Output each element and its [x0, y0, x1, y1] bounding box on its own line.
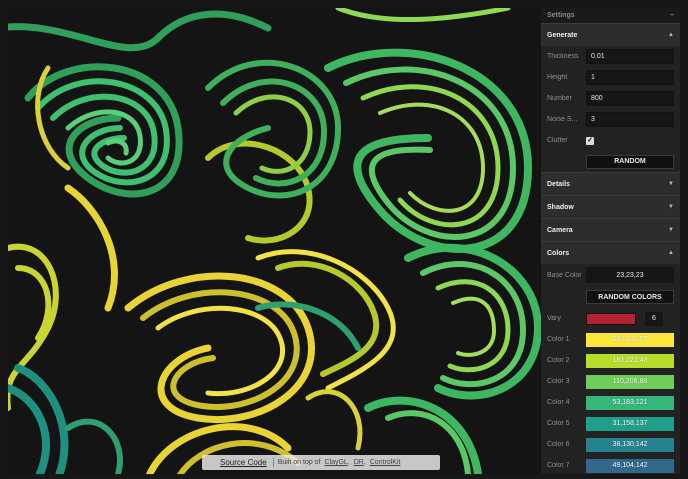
section-details[interactable]: Details ▼ — [541, 172, 680, 195]
color-row: Color 2 181,222,43 — [541, 350, 680, 371]
color-label: Color 4 — [547, 399, 570, 406]
section-shadow[interactable]: Shadow ▼ — [541, 195, 680, 218]
render-canvas[interactable] — [8, 8, 541, 474]
color-label: Color 6 — [547, 441, 570, 448]
base-color-input[interactable]: 23,23,23 — [586, 267, 674, 283]
minus-icon[interactable]: – — [670, 12, 674, 19]
section-colors-title: Colors — [547, 249, 570, 257]
clutter-checkbox[interactable]: ✓ — [586, 136, 594, 145]
chevron-down-icon: ▼ — [668, 227, 674, 233]
chevron-up-icon: ▲ — [668, 250, 674, 256]
chevron-down-icon: ▼ — [668, 181, 674, 187]
color-label: Color 1 — [547, 336, 570, 343]
clutter-row: Clutter ✓ — [541, 130, 680, 151]
thickness-row: Thickness 0.01 — [541, 46, 680, 67]
vary-value[interactable]: 6 — [645, 311, 663, 326]
random-row: RANDOM — [541, 151, 680, 172]
vary-slider[interactable] — [586, 312, 636, 325]
color-swatch[interactable]: 181,222,43 — [586, 353, 674, 368]
color-row: Color 4 53,183,121 — [541, 392, 680, 413]
color-label: Color 2 — [547, 357, 570, 364]
random-colors-button[interactable]: RANDOM COLORS — [586, 290, 674, 304]
number-input[interactable]: 800 — [586, 91, 674, 106]
section-generate[interactable]: Generate ▲ — [541, 23, 680, 46]
color-label: Color 7 — [547, 462, 570, 469]
height-row: Height 1 — [541, 67, 680, 88]
chevron-up-icon: ▲ — [668, 32, 674, 38]
number-row: Number 800 — [541, 88, 680, 109]
color-row: Color 7 49,104,142 — [541, 455, 680, 474]
noise-input[interactable]: 3 — [586, 112, 674, 127]
color-row: Color 5 31,158,137 — [541, 413, 680, 434]
color-row: Color 3 110,206,88 — [541, 371, 680, 392]
clutter-label: Clutter — [547, 137, 568, 144]
claygl-link[interactable]: ClayGL — [324, 459, 347, 466]
color-label: Color 3 — [547, 378, 570, 385]
chevron-down-icon: ▼ — [668, 204, 674, 210]
base-color-row: Base Color 23,23,23 — [541, 264, 680, 286]
vary-label: Vary — [547, 315, 561, 322]
wave-artwork — [8, 8, 541, 474]
height-label: Height — [547, 74, 568, 81]
color-swatch[interactable]: 252,231,57 — [586, 332, 674, 347]
settings-panel: Settings – Generate ▲ Thickness 0.01 Hei… — [541, 8, 680, 474]
source-code-link[interactable]: Source Code — [202, 458, 273, 467]
color-label: Color 5 — [547, 420, 570, 427]
height-input[interactable]: 1 — [586, 70, 674, 85]
panel-title: Settings — [547, 12, 575, 19]
controlkit-link[interactable]: ControlKit — [370, 459, 401, 466]
panel-header[interactable]: Settings – — [541, 8, 680, 23]
section-colors[interactable]: Colors ▲ — [541, 241, 680, 264]
color-list: Color 1 252,231,57 Color 2 181,222,43 Color … — [541, 329, 680, 474]
built-on-text: Built on top of ClayGL, DR, ControlKit — [277, 459, 401, 466]
color-swatch[interactable]: 49,104,142 — [586, 458, 674, 473]
color-row: Color 6 38,130,142 — [541, 434, 680, 455]
section-details-title: Details — [547, 180, 570, 188]
color-swatch[interactable]: 38,130,142 — [586, 437, 674, 452]
thickness-label: Thickness — [547, 53, 579, 60]
section-shadow-title: Shadow — [547, 203, 574, 211]
color-swatch[interactable]: 31,158,137 — [586, 416, 674, 431]
noise-label: Noise S... — [547, 116, 578, 123]
color-swatch[interactable]: 53,183,121 — [586, 395, 674, 410]
thickness-input[interactable]: 0.01 — [586, 49, 674, 64]
built-on-label: Built on top of — [277, 459, 321, 466]
footer-bar: Source Code Built on top of ClayGL, DR, … — [202, 455, 440, 470]
random-colors-row: RANDOM COLORS — [541, 286, 680, 308]
dr-link[interactable]: DR — [354, 459, 364, 466]
base-color-label: Base Color — [547, 271, 582, 279]
color-swatch[interactable]: 110,206,88 — [586, 374, 674, 389]
section-camera[interactable]: Camera ▼ — [541, 218, 680, 241]
section-camera-title: Camera — [547, 226, 573, 234]
vary-row: Vary 6 — [541, 308, 680, 329]
random-button[interactable]: RANDOM — [586, 154, 674, 169]
color-row: Color 1 252,231,57 — [541, 329, 680, 350]
section-generate-title: Generate — [547, 31, 578, 39]
number-label: Number — [547, 95, 572, 102]
noise-row: Noise S... 3 — [541, 109, 680, 130]
